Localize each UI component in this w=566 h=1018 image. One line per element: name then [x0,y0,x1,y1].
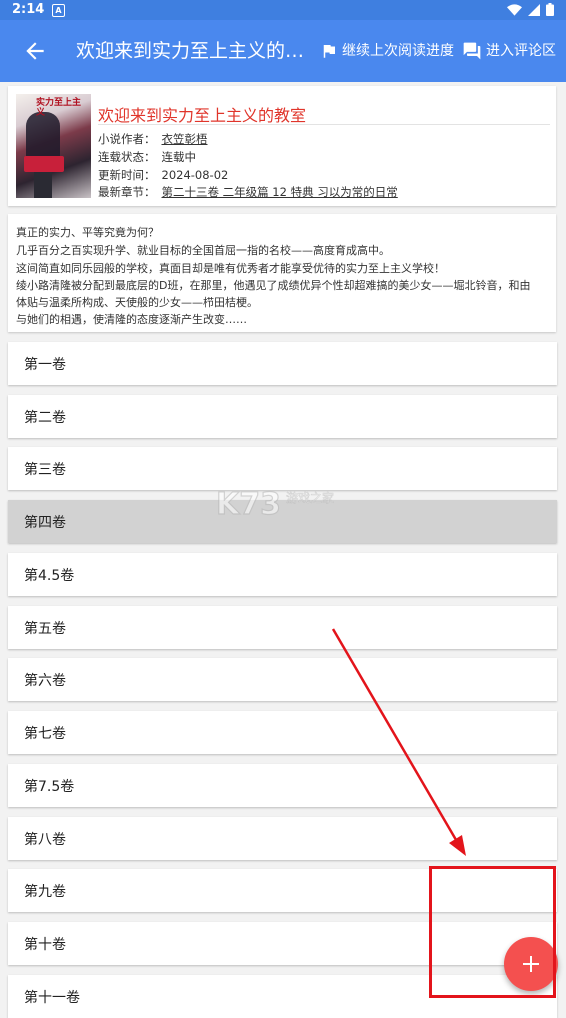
annotation-highlight-box [429,866,556,998]
annotation-arrow [331,628,466,856]
